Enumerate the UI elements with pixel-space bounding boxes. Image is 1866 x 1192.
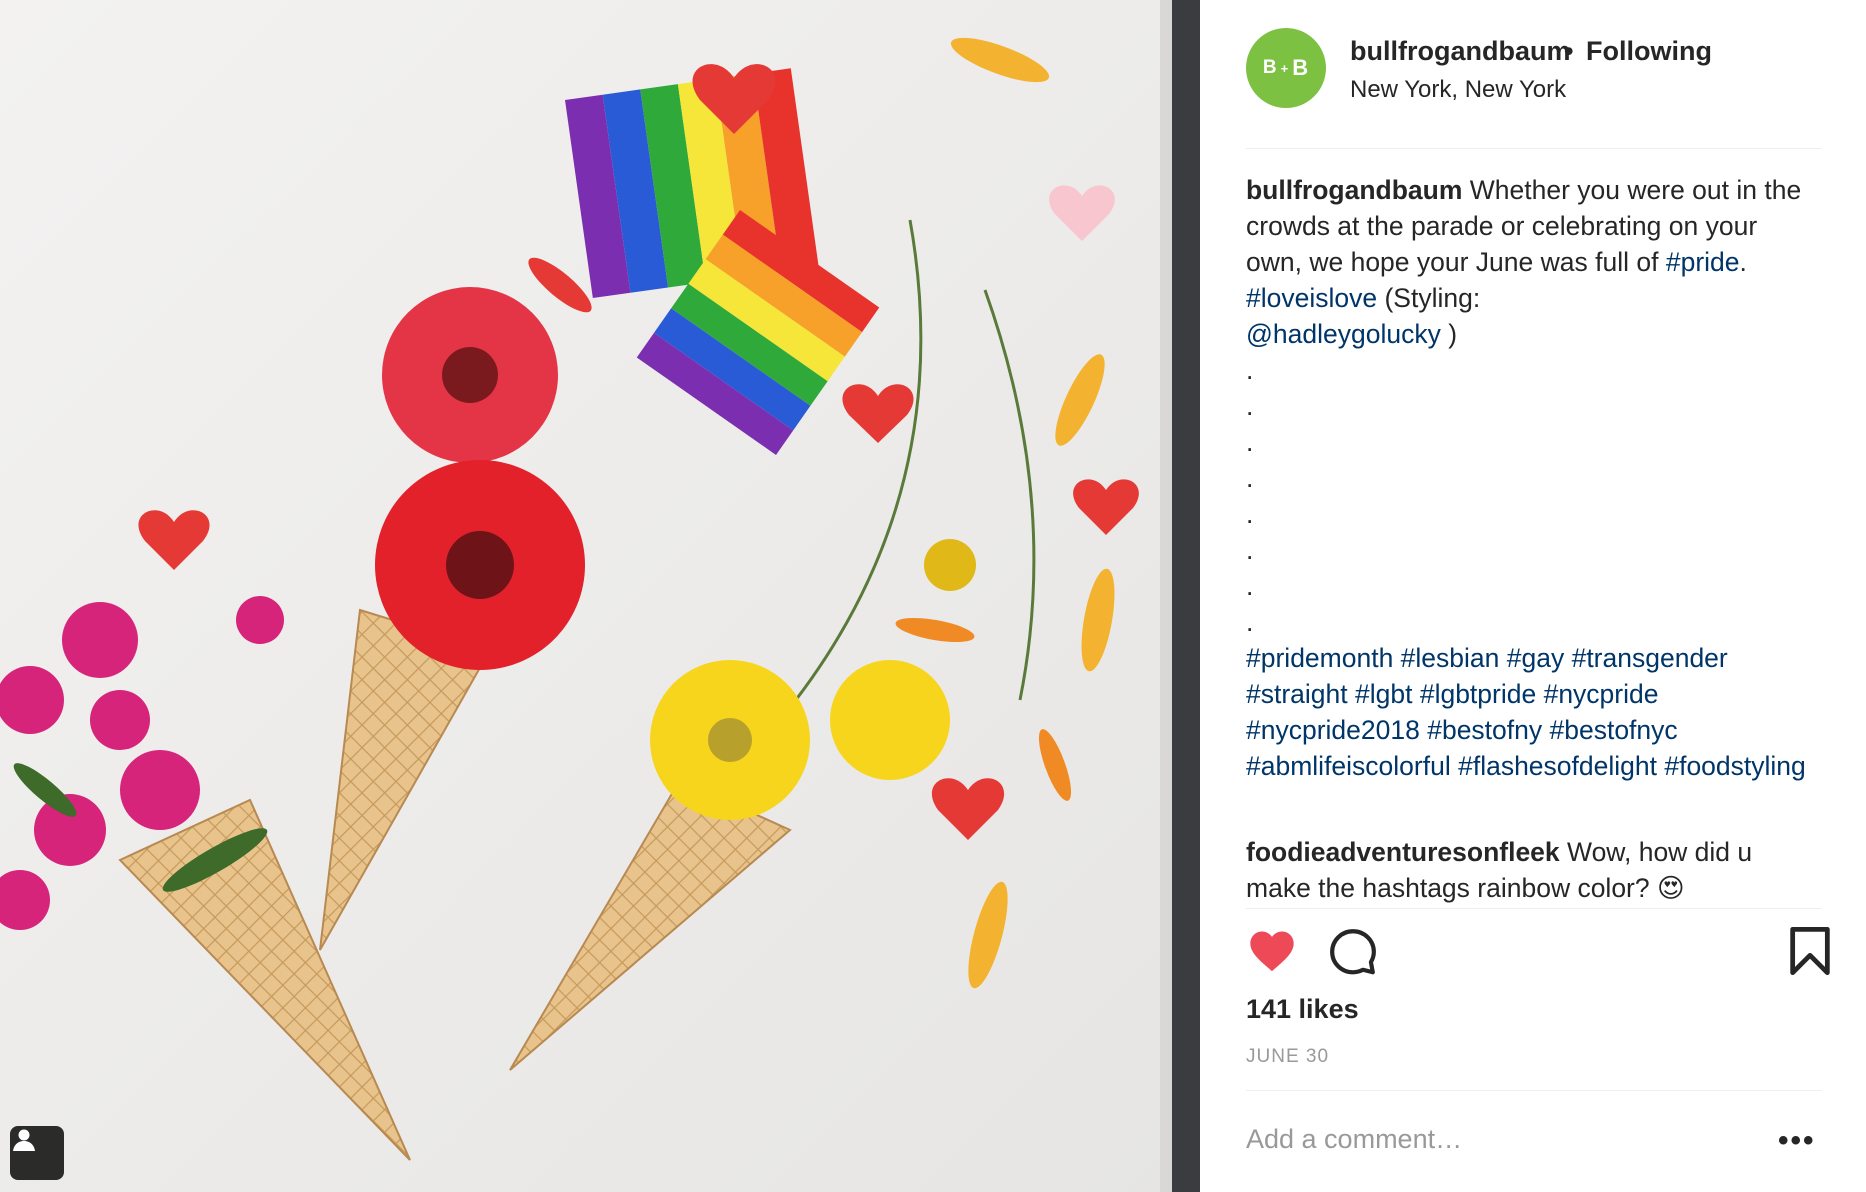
emoji-heart-eyes: 😍 — [1657, 873, 1685, 903]
caption-dot: . — [1246, 571, 1254, 601]
user-tag-button[interactable] — [10, 1126, 64, 1180]
bookmark-icon[interactable] — [1788, 925, 1832, 977]
post-date[interactable]: JUNE 30 — [1246, 1046, 1329, 1068]
comment-bubble-icon[interactable] — [1328, 925, 1378, 975]
heart-icon[interactable] — [1246, 925, 1298, 977]
add-comment-input[interactable]: Add a comment… — [1246, 1124, 1462, 1155]
mention-link[interactable]: @hadleygolucky — [1246, 319, 1441, 349]
comment-author-link[interactable]: foodieadventuresonfleek — [1246, 837, 1560, 867]
divider — [1246, 1090, 1822, 1091]
photo-illustration — [0, 0, 1200, 1192]
avatar[interactable]: B + B — [1246, 28, 1326, 108]
caption-dot: . — [1246, 607, 1254, 637]
post-photo[interactable] — [0, 0, 1200, 1192]
action-bar — [1246, 925, 1830, 981]
caption-dot: . — [1246, 427, 1254, 457]
comment: foodieadventuresonfleek Wow, how did u m… — [1246, 834, 1806, 906]
avatar-plus: + — [1280, 60, 1290, 76]
username-link[interactable]: bullfrogandbaum — [1350, 36, 1570, 67]
avatar-letter: B — [1292, 55, 1310, 80]
caption-dot: . — [1246, 499, 1254, 529]
hashtag-link[interactable]: #pride — [1666, 247, 1740, 277]
more-options-icon[interactable]: ••• — [1778, 1124, 1816, 1158]
divider — [1246, 148, 1822, 149]
hashtag-link[interactable]: #loveislove — [1246, 283, 1377, 313]
caption-dots: . . . . . . . . — [1246, 352, 1806, 640]
caption-dot: . — [1246, 355, 1254, 385]
caption-dot: . — [1246, 535, 1254, 565]
avatar-letter: B — [1262, 57, 1278, 78]
caption-text: (Styling: — [1384, 283, 1481, 313]
separator-dot: • — [1564, 36, 1574, 66]
hashtags-list[interactable]: #pridemonth #lesbian #gay #transgender #… — [1246, 643, 1806, 781]
caption-text: . — [1739, 247, 1747, 277]
likes-count[interactable]: 141 likes — [1246, 994, 1359, 1025]
user-tag-icon — [13, 1129, 35, 1151]
caption-text: ) — [1448, 319, 1458, 349]
location-link[interactable]: New York, New York — [1350, 76, 1566, 104]
following-button[interactable]: Following — [1586, 36, 1712, 67]
post-header: B + B bullfrogandbaum • Following New Yo… — [1246, 28, 1820, 148]
divider — [1246, 908, 1822, 909]
caption-author-link[interactable]: bullfrogandbaum — [1246, 175, 1462, 205]
post-sidebar: B + B bullfrogandbaum • Following New Yo… — [1200, 0, 1866, 1192]
caption: bullfrogandbaum Whether you were out in … — [1246, 172, 1806, 784]
caption-dot: . — [1246, 463, 1254, 493]
caption-dot: . — [1246, 391, 1254, 421]
